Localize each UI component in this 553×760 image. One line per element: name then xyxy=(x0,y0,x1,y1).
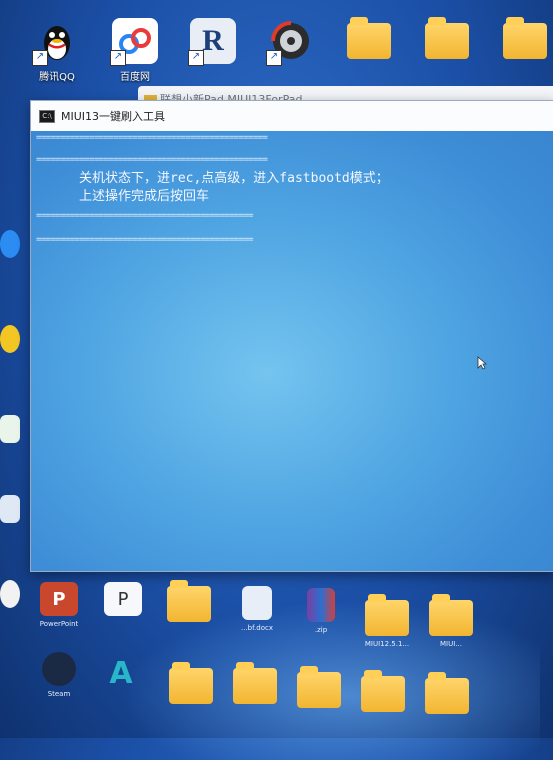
folder-icon xyxy=(425,17,469,59)
desktop-icon-folder[interactable] xyxy=(496,17,553,83)
desktop-icon-folder[interactable]: MIUI12.5.1... xyxy=(356,594,418,649)
disc-recorder-icon: ↗ xyxy=(266,18,314,66)
separator-line: ========================================… xyxy=(36,211,253,221)
desktop-icon-folder[interactable] xyxy=(352,670,414,712)
document-icon[interactable] xyxy=(0,495,20,523)
desktop-icon-label: MIUI12.5.1... xyxy=(364,640,410,648)
qq-penguin-icon: ↗ xyxy=(32,18,80,66)
winrar-icon xyxy=(307,588,335,622)
autodesk-icon: A xyxy=(109,655,133,691)
separator-line: ========================================… xyxy=(36,235,253,245)
desktop-icon-label: ...bf.docx xyxy=(240,624,274,632)
console-instruction-line: 关机状态下，进rec,点高级，进入fastbootd模式； xyxy=(79,171,389,186)
desktop-icon-steam[interactable]: Steam xyxy=(28,652,90,699)
desktop-icon-qq[interactable]: ↗ 腾讯QQ xyxy=(28,18,86,83)
app-icon[interactable] xyxy=(0,230,20,258)
shortcut-arrow-icon: ↗ xyxy=(188,50,204,66)
desktop-icon-label: Steam xyxy=(47,690,71,698)
desktop-left-icons xyxy=(0,120,26,660)
console-window[interactable]: C:\ MIUI13一键刷入工具 =======================… xyxy=(30,100,553,572)
revit-icon: R ↗ xyxy=(188,18,236,66)
folder-icon xyxy=(425,672,469,714)
console-title: MIUI13一键刷入工具 xyxy=(61,110,166,123)
desktop-icon-label: MIUI... xyxy=(440,640,462,648)
shortcut-arrow-icon: ↗ xyxy=(32,50,48,66)
desktop-icon-revit[interactable]: R ↗ WM xyxy=(184,18,242,83)
app-icon[interactable] xyxy=(0,325,20,353)
app-icon[interactable] xyxy=(0,580,20,608)
desktop-top-icons: ↗ 腾讯QQ ↗ 百度网 R ↗ WM ↗ xyxy=(28,17,553,83)
baidu-netdisk-icon: ↗ xyxy=(110,18,158,66)
console-instruction-line: 上述操作完成后按回车 xyxy=(79,189,210,204)
shortcut-arrow-icon: ↗ xyxy=(110,50,126,66)
folder-icon xyxy=(167,580,211,622)
console-output[interactable]: ========================================… xyxy=(31,131,553,571)
folder-icon xyxy=(503,17,547,59)
word-doc-icon xyxy=(242,586,272,620)
desktop-icon-zip[interactable]: .zip xyxy=(290,588,352,635)
steam-icon xyxy=(42,652,76,686)
command-prompt-icon: C:\ xyxy=(39,109,55,123)
folder-icon xyxy=(297,666,341,708)
desktop-icon-folder[interactable] xyxy=(416,672,478,714)
mouse-pointer-icon xyxy=(477,355,488,374)
folder-icon xyxy=(169,662,213,704)
desktop-icon-label: PowerPoint xyxy=(39,620,79,628)
spreadsheet-icon[interactable] xyxy=(0,415,20,443)
separator-line: ========================================… xyxy=(36,155,268,165)
console-titlebar[interactable]: C:\ MIUI13一键刷入工具 xyxy=(31,101,553,131)
desktop-icon-label: .zip xyxy=(314,626,328,634)
desktop-icon-powerpoint[interactable]: P PowerPoint xyxy=(28,582,90,629)
separator-line: ========================================… xyxy=(36,133,268,143)
wps-p-icon: P xyxy=(104,582,142,616)
powerpoint-icon: P xyxy=(40,582,78,616)
folder-icon xyxy=(365,594,409,636)
desktop-icon-folder[interactable]: MIUI... xyxy=(420,594,482,649)
desktop-icon-folder[interactable] xyxy=(418,17,476,83)
desktop-icon-autodesk[interactable]: A xyxy=(90,656,152,694)
desktop-icon-folder[interactable] xyxy=(288,666,350,708)
desktop-icon-disc-recorder[interactable]: ↗ xyxy=(262,18,320,83)
desktop-icon-label: 腾讯QQ xyxy=(39,72,75,83)
desktop-icon-folder[interactable] xyxy=(160,662,222,704)
folder-icon xyxy=(233,662,277,704)
desktop-icon-folder[interactable] xyxy=(340,17,398,83)
desktop-icon-folder[interactable] xyxy=(224,662,286,704)
desktop-icon-folder[interactable] xyxy=(158,580,220,626)
desktop-icon-wps[interactable]: P xyxy=(92,582,154,620)
desktop-icon-word-doc[interactable]: ...bf.docx xyxy=(226,586,288,633)
shortcut-arrow-icon: ↗ xyxy=(266,50,282,66)
desktop-icon-label: 百度网 xyxy=(120,72,150,83)
folder-icon xyxy=(361,670,405,712)
folder-icon xyxy=(429,594,473,636)
desktop-icon-baidu-netdisk[interactable]: ↗ 百度网 xyxy=(106,18,164,83)
folder-icon xyxy=(347,17,391,59)
